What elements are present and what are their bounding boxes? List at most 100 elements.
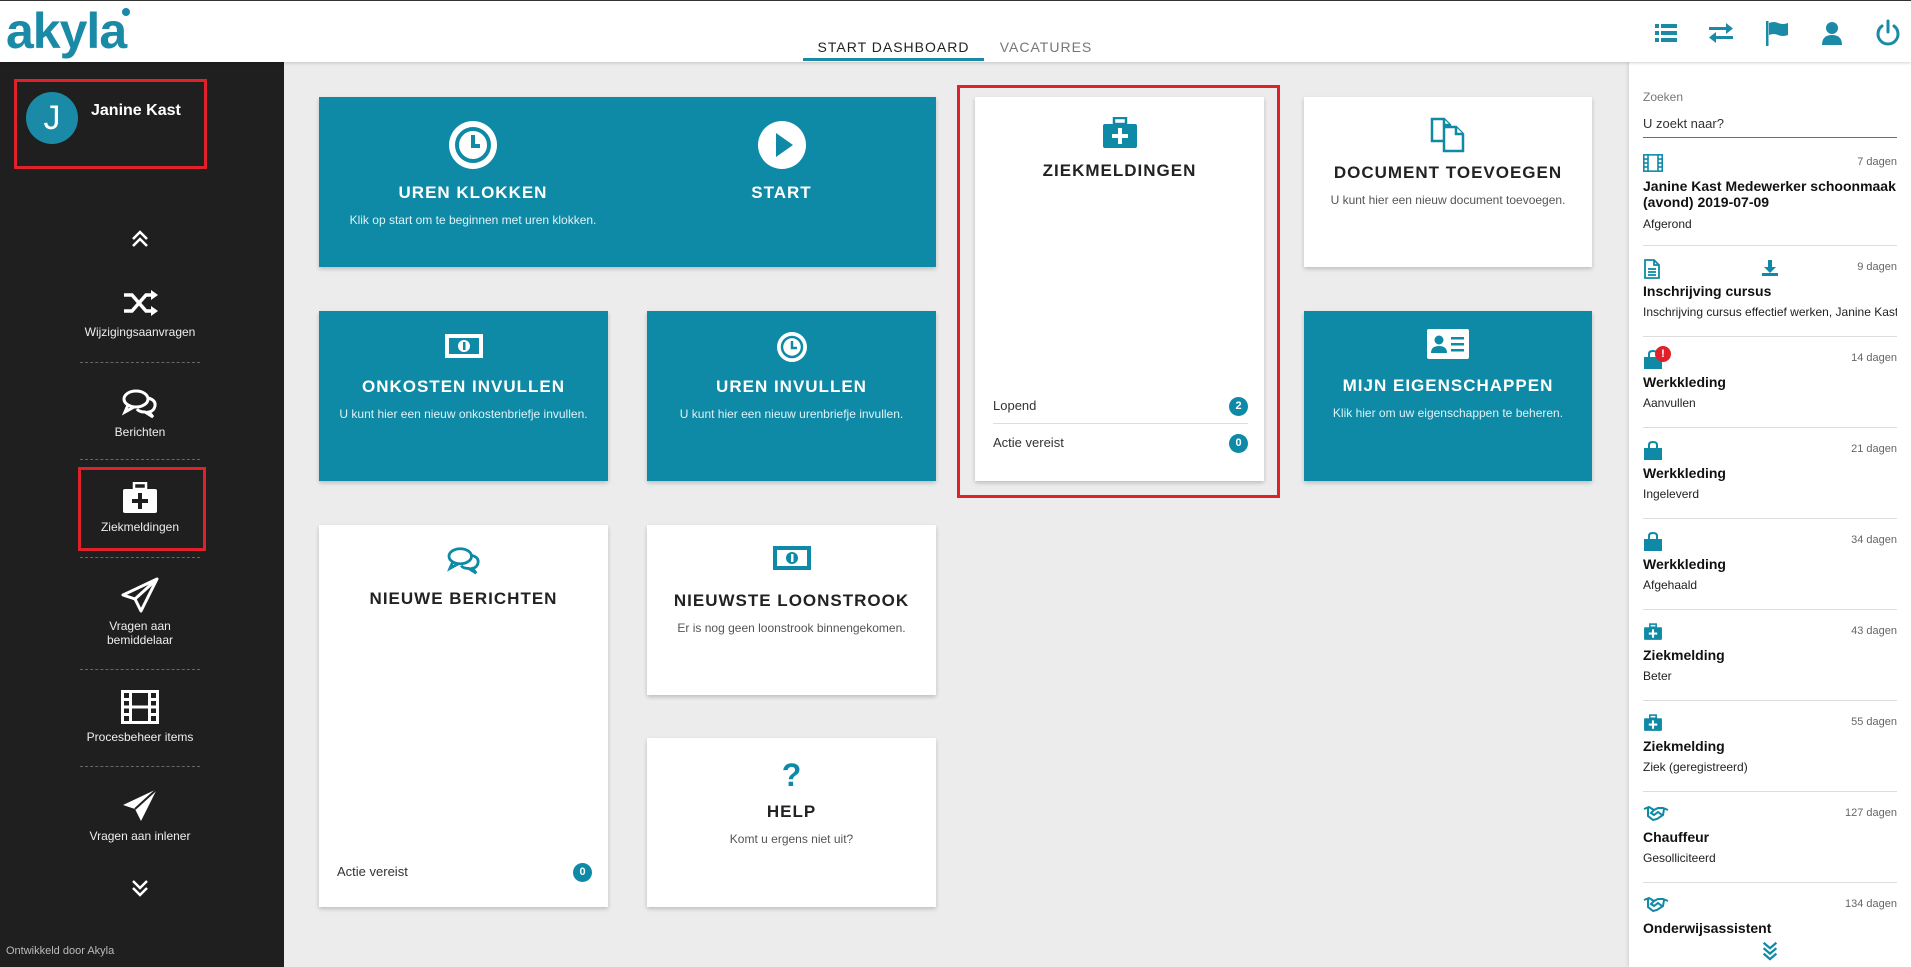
activity-panel: Zoeken 7 dagen Janine Kast Medewerker sc… [1629, 62, 1911, 967]
divider [1643, 700, 1897, 701]
sidebar-divider [80, 766, 200, 767]
handshake-icon [1643, 896, 1669, 912]
sidebar-item-berichten[interactable]: Berichten [80, 387, 200, 439]
item-title: Werkkleding [1643, 374, 1726, 390]
swap-icon[interactable] [1706, 18, 1736, 48]
sidebar-item-vragen-aan-inlener[interactable]: Vragen aan inlener [80, 787, 200, 843]
item-subtitle: Afgehaald [1643, 578, 1698, 592]
ziekmeldingen-tile-highlight [957, 85, 1280, 498]
user-profile-box[interactable]: J Janine Kast [14, 79, 207, 169]
sidebar-divider [80, 557, 200, 558]
sidebar-item-vragen-aan-bemiddelaar[interactable]: Vragen aan bemiddelaar [80, 577, 200, 647]
avatar: J [26, 92, 78, 144]
activity-item[interactable]: 34 dagen Werkkleding Afgehaald [1643, 532, 1897, 602]
tile-uren-klokken: UREN KLOKKEN Klik op start om te beginne… [319, 97, 936, 267]
sidebar-item-ziekmeldingen[interactable]: Ziekmeldingen [80, 482, 200, 534]
shuffle-icon [124, 290, 158, 316]
item-title: Chauffeur [1643, 829, 1710, 845]
tile-desc: U kunt hier een nieuw onkostenbriefje in… [339, 407, 588, 421]
item-subtitle: Beter [1643, 669, 1672, 683]
activity-item[interactable]: ! 14 dagen Werkkleding Aanvullen [1643, 346, 1897, 420]
sidebar-divider [80, 459, 200, 460]
count-badge: 0 [573, 863, 592, 882]
tile-document-toevoegen[interactable]: DOCUMENT TOEVOEGEN U kunt hier een nieuw… [1304, 97, 1592, 267]
item-age: 21 dagen [1851, 443, 1897, 455]
activity-item[interactable]: 7 dagen Janine Kast Medewerker schoonmaa… [1643, 154, 1897, 240]
medkit-icon [1644, 714, 1662, 731]
sidebar: J Janine Kast Wijzigingsaanvragen Berich… [0, 62, 284, 967]
tab-start-dashboard[interactable]: START DASHBOARD [803, 39, 984, 61]
tile-nieuwe-berichten[interactable]: NIEUWE BERICHTEN Actie vereist 0 [319, 525, 608, 907]
download-icon[interactable] [1761, 259, 1779, 277]
search-input[interactable] [1643, 110, 1897, 138]
activity-item[interactable]: 9 dagen Inschrijving cursus Inschrijving… [1643, 259, 1897, 329]
power-icon[interactable] [1873, 18, 1903, 48]
top-bar: akyla START DASHBOARD VACATURES [0, 0, 1911, 62]
item-age: 43 dagen [1851, 625, 1897, 637]
activity-item[interactable]: 21 dagen Werkkleding Ingeleverd [1643, 441, 1897, 511]
item-title: Janine Kast Medewerker schoonmaak (avond… [1643, 178, 1896, 210]
tile-desc: U kunt hier een nieuw urenbriefje invull… [679, 407, 904, 421]
item-subtitle: Ingeleverd [1643, 487, 1700, 501]
tile-uren-invullen[interactable]: UREN INVULLEN U kunt hier een nieuw uren… [647, 311, 936, 481]
item-age: 34 dagen [1851, 534, 1897, 546]
tile-desc: Klik op start om te beginnen met uren kl… [349, 213, 597, 227]
stat-label: Actie vereist [337, 864, 408, 879]
tab-vacatures[interactable]: VACATURES [984, 39, 1108, 61]
item-subtitle: Aanvullen [1643, 396, 1696, 410]
tile-desc: Er is nog geen loonstrook binnengekomen. [677, 621, 906, 635]
tile-mijn-eigenschappen[interactable]: MIJN EIGENSCHAPPEN Klik hier om uw eigen… [1304, 311, 1592, 481]
scroll-up-button[interactable] [80, 228, 200, 250]
tile-desc: Klik hier om uw eigenschappen te beheren… [1332, 406, 1564, 420]
money-icon [772, 546, 811, 570]
sidebar-divider [80, 669, 200, 670]
shopping-bag-icon [1644, 441, 1662, 460]
sidebar-divider [80, 362, 200, 363]
alert-badge: ! [1655, 346, 1671, 362]
item-title: Werkkleding [1643, 465, 1726, 481]
money-icon [444, 334, 483, 358]
sidebar-item-procesbeheer-items[interactable]: Procesbeheer items [80, 690, 200, 744]
play-icon [757, 121, 806, 169]
stat-row-actie-vereist[interactable]: Actie vereist 0 [337, 854, 592, 890]
chat-icon [121, 389, 157, 419]
start-button[interactable]: START [627, 119, 936, 203]
item-title: Inschrijving cursus [1643, 283, 1772, 299]
sidebar-item-label: Ziekmeldingen [100, 520, 180, 534]
divider [1643, 427, 1897, 428]
flag-icon[interactable] [1762, 18, 1792, 48]
activity-item[interactable]: 55 dagen Ziekmelding Ziek (geregistreerd… [1643, 714, 1897, 784]
item-subtitle: Afgerond [1643, 217, 1692, 231]
tile-help[interactable]: ? HELP Komt u ergens niet uit? [647, 738, 936, 907]
film-icon [1643, 154, 1663, 172]
item-title: Ziekmelding [1643, 738, 1725, 754]
item-subtitle: Ziek (geregistreerd) [1643, 760, 1748, 774]
sidebar-item-label: Vragen aan bemiddelaar [106, 619, 174, 647]
item-age: 134 dagen [1845, 898, 1897, 910]
id-card-icon [1427, 329, 1469, 359]
scroll-down-button[interactable] [1629, 936, 1911, 967]
scroll-down-button[interactable] [80, 877, 200, 899]
item-subtitle: Gesolliciteerd [1643, 851, 1716, 865]
chat-icon [446, 547, 480, 575]
tile-title: START [751, 183, 812, 202]
tile-onkosten-invullen[interactable]: ONKOSTEN INVULLEN U kunt hier een nieuw … [319, 311, 608, 481]
sidebar-item-label: Berichten [114, 425, 166, 439]
activity-item[interactable]: 43 dagen Ziekmelding Beter [1643, 623, 1897, 693]
tile-title: NIEUWSTE LOONSTROOK [673, 591, 910, 610]
sidebar-item-label: Procesbeheer items [86, 730, 194, 744]
user-name: Janine Kast [91, 102, 181, 119]
user-icon[interactable] [1817, 18, 1847, 48]
divider [1643, 791, 1897, 792]
sidebar-item-label: Wijzigingsaanvragen [84, 325, 196, 339]
item-age: 9 dagen [1857, 261, 1897, 273]
sidebar-item-wijzigingsaanvragen[interactable]: Wijzigingsaanvragen [80, 287, 200, 339]
item-subtitle: Inschrijving cursus effectief werken, Ja… [1643, 305, 1897, 319]
list-icon[interactable] [1651, 18, 1681, 48]
akyla-logo[interactable]: akyla [6, 3, 127, 59]
item-age: 127 dagen [1845, 807, 1897, 819]
tile-nieuwste-loonstrook[interactable]: NIEUWSTE LOONSTROOK Er is nog geen loons… [647, 525, 936, 695]
activity-item[interactable]: 127 dagen Chauffeur Gesolliciteerd [1643, 805, 1897, 875]
uren-klokken-section[interactable]: UREN KLOKKEN Klik op start om te beginne… [319, 119, 627, 227]
logo-dot [122, 8, 130, 16]
